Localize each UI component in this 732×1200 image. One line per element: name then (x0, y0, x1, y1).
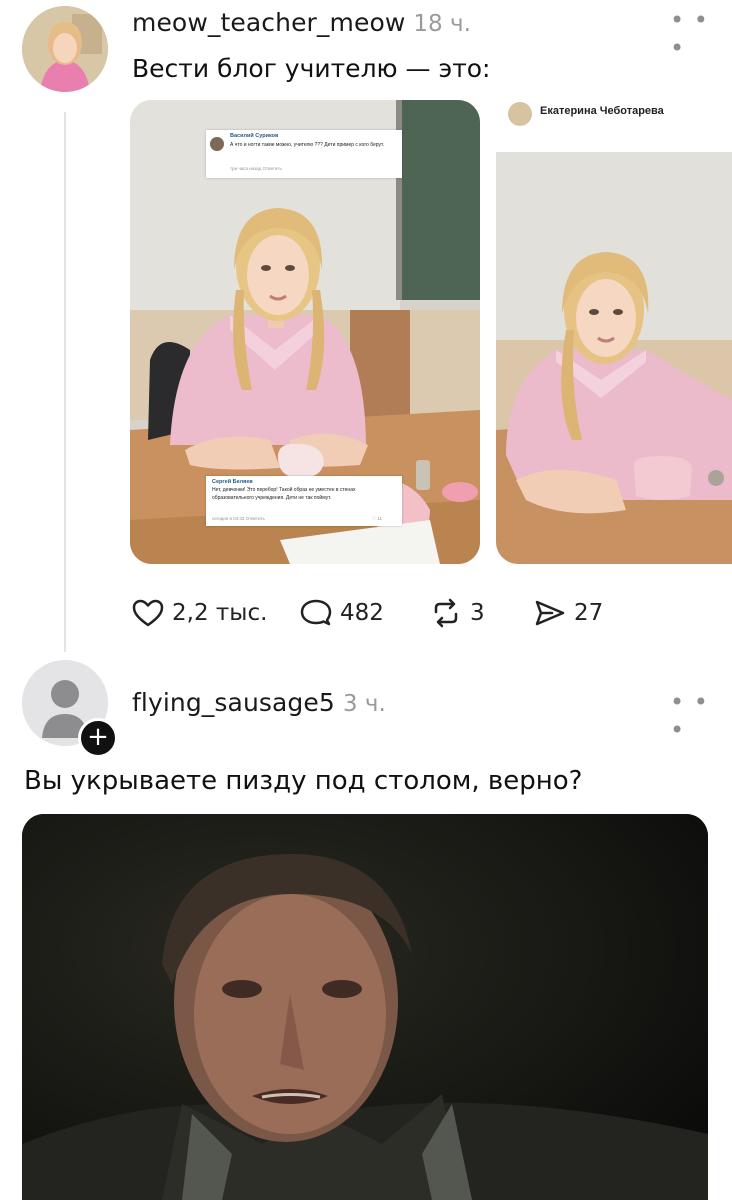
post-image-1[interactable]: Василий Суриков А что и ногти такие можн… (130, 100, 480, 564)
reply-image[interactable] (22, 814, 708, 1200)
more-horizontal-icon[interactable]: • • • (670, 688, 732, 744)
comment-icon (300, 599, 332, 626)
repost-icon (434, 598, 458, 628)
send-icon (535, 600, 565, 626)
repost-button[interactable]: 3 (430, 598, 485, 628)
photo-author-name: Екатерина Чеботарева (540, 105, 664, 117)
reply-header: flying_sausage5 3 ч. (132, 688, 386, 717)
comment-button[interactable]: 482 (300, 598, 384, 628)
man-in-uniform-photo (22, 814, 708, 1200)
share-button[interactable]: 27 (534, 598, 603, 628)
post-text: Вести блог учителю — это: (132, 54, 491, 83)
reply-time: 3 ч. (342, 691, 386, 717)
thread-line (64, 112, 66, 652)
reply-text: Вы укрываете пизду под столом, верно? (24, 766, 583, 796)
post-image-2[interactable]: Екатерина Чеботарева (496, 100, 732, 564)
comment-meta: сегодня в 04:33 Ответить (212, 516, 265, 521)
like-button[interactable]: 2,2 тыс. (132, 598, 267, 628)
avatar[interactable] (22, 6, 108, 92)
reply-username[interactable]: flying_sausage5 (132, 688, 335, 717)
comment-author: Сергей Беляев (212, 479, 253, 485)
comment-text: А что и ногти такие можно, учителю ??? Д… (230, 142, 385, 148)
comment-count: 482 (340, 600, 384, 626)
post-username[interactable]: meow_teacher_meow (132, 8, 405, 37)
post-header: meow_teacher_meow 18 ч. (132, 8, 471, 37)
comment-author: Василий Суриков (230, 133, 279, 139)
repost-count: 3 (470, 600, 485, 626)
author-avatar (508, 102, 532, 126)
heart-icon (132, 599, 164, 627)
more-horizontal-icon[interactable]: • • • (670, 6, 732, 62)
comment-likes: ♡ 11 (372, 516, 382, 521)
like-count: 2,2 тыс. (172, 600, 268, 626)
comment-avatar (210, 137, 224, 151)
comment-text: Нет, девчонки! Это перебор! Такой образ … (212, 487, 356, 501)
follow-plus-icon[interactable]: + (78, 718, 118, 758)
screenshot-comment-top: Василий Суриков А что и ногти такие можн… (206, 130, 402, 178)
post-time: 18 ч. (413, 11, 471, 37)
screenshot-comment-bottom: Сергей Беляев Нет, девчонки! Это перебор… (206, 476, 402, 526)
comment-meta: три часа назад Ответить (230, 166, 282, 171)
teacher-photo-2 (496, 100, 732, 564)
share-count: 27 (574, 600, 604, 626)
